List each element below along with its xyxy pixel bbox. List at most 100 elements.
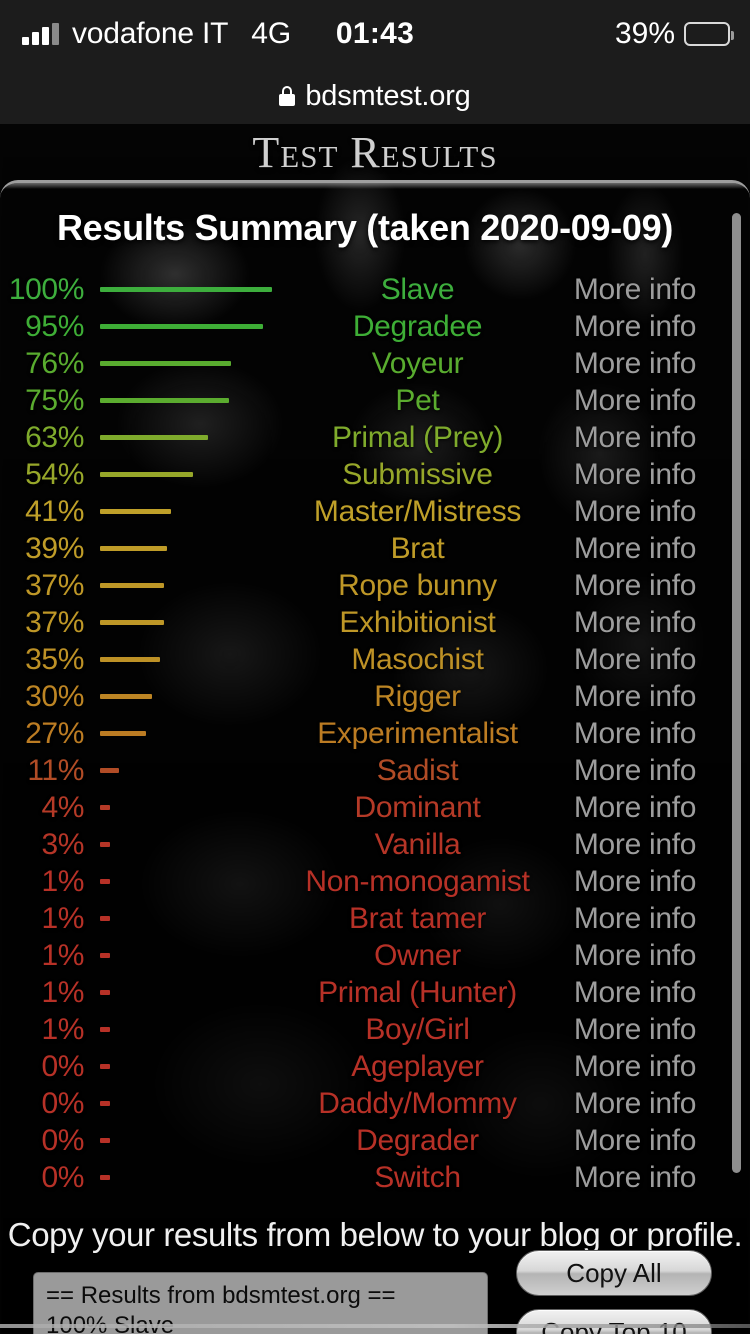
copy-top-10-button[interactable]: Copy Top 10 (516, 1309, 712, 1334)
result-bar (100, 509, 171, 514)
result-bar (100, 620, 164, 625)
more-info-link[interactable]: More info (540, 495, 730, 529)
more-info-link[interactable]: More info (540, 421, 730, 455)
result-bar-track (100, 324, 305, 329)
result-percent: 1% (41, 938, 84, 972)
result-percent: 35% (25, 642, 84, 676)
result-bar-track (100, 1175, 305, 1180)
result-percent: 3% (41, 827, 84, 861)
result-bar-track (100, 731, 305, 736)
result-percent: 11% (27, 753, 84, 787)
result-row: 0% Switch More info (0, 1159, 730, 1196)
result-row: 76% Voyeur More info (0, 345, 730, 382)
result-bar (100, 472, 193, 477)
page-banner: Test Results (0, 124, 750, 180)
result-bar (100, 583, 164, 588)
result-percent: 0% (41, 1049, 84, 1083)
result-bar-track (100, 842, 305, 847)
more-info-link[interactable]: More info (540, 606, 730, 640)
result-row: 1% Brat tamer More info (0, 900, 730, 937)
result-label: Degrader (356, 1123, 479, 1157)
result-bar-track (100, 768, 305, 773)
result-percent: 37% (25, 568, 84, 602)
result-percent: 95% (25, 309, 84, 343)
more-info-link[interactable]: More info (540, 458, 730, 492)
result-label: Daddy/Mommy (318, 1086, 517, 1120)
status-bar: vodafone IT 4G 01:43 39% (0, 0, 750, 68)
result-bar (100, 990, 110, 995)
result-label: Master/Mistress (313, 494, 522, 528)
lock-icon (279, 86, 296, 106)
result-percent: 41% (25, 494, 84, 528)
result-label: Pet (395, 383, 440, 417)
result-bar-track (100, 361, 305, 366)
result-bar-track (100, 583, 305, 588)
more-info-link[interactable]: More info (540, 1087, 730, 1121)
result-percent: 0% (41, 1160, 84, 1194)
more-info-link[interactable]: More info (540, 384, 730, 418)
result-percent: 100% (8, 272, 85, 306)
more-info-link[interactable]: More info (540, 643, 730, 677)
more-info-link[interactable]: More info (540, 976, 730, 1010)
vertical-scrollbar[interactable] (732, 213, 741, 1173)
result-percent: 0% (41, 1086, 84, 1120)
result-row: 37% Rope bunny More info (0, 567, 730, 604)
copy-buttons: Copy All Copy Top 10 (516, 1250, 712, 1334)
result-percent: 54% (25, 457, 84, 491)
result-row: 1% Boy/Girl More info (0, 1011, 730, 1048)
more-info-link[interactable]: More info (540, 310, 730, 344)
more-info-link[interactable]: More info (540, 717, 730, 751)
more-info-link[interactable]: More info (540, 828, 730, 862)
result-label: Slave (380, 272, 455, 306)
result-percent: 1% (41, 864, 84, 898)
more-info-link[interactable]: More info (540, 754, 730, 788)
more-info-link[interactable]: More info (540, 1124, 730, 1158)
more-info-link[interactable]: More info (540, 273, 730, 307)
more-info-link[interactable]: More info (540, 1161, 730, 1195)
more-info-link[interactable]: More info (540, 865, 730, 899)
result-bar (100, 768, 119, 773)
result-row: 54% Submissive More info (0, 456, 730, 493)
result-percent: 63% (25, 420, 84, 454)
more-info-link[interactable]: More info (540, 939, 730, 973)
result-label: Boy/Girl (365, 1012, 470, 1046)
more-info-link[interactable]: More info (540, 791, 730, 825)
result-label: Degradee (352, 309, 483, 343)
result-bar (100, 1175, 110, 1180)
more-info-link[interactable]: More info (540, 902, 730, 936)
more-info-link[interactable]: More info (540, 1013, 730, 1047)
result-label: Brat (390, 531, 445, 565)
result-label: Vanilla (374, 827, 461, 861)
result-percent: 37% (25, 605, 84, 639)
result-percent: 4% (41, 790, 84, 824)
copy-all-button[interactable]: Copy All (516, 1250, 712, 1296)
result-bar (100, 916, 110, 921)
copy-instructions: Copy your results from below to your blo… (7, 1216, 743, 1253)
result-label: Rope bunny (338, 568, 497, 602)
result-bar-track (100, 1101, 305, 1106)
more-info-link[interactable]: More info (540, 347, 730, 381)
result-bar (100, 1138, 110, 1143)
result-bar-track (100, 398, 305, 403)
result-label: Switch (374, 1160, 461, 1194)
more-info-link[interactable]: More info (540, 680, 730, 714)
more-info-link[interactable]: More info (540, 1050, 730, 1084)
result-label: Masochist (351, 642, 484, 676)
browser-url-bar[interactable]: bdsmtest.org (0, 68, 750, 124)
result-row: 0% Daddy/Mommy More info (0, 1085, 730, 1122)
result-bar (100, 1027, 110, 1032)
more-info-link[interactable]: More info (540, 532, 730, 566)
result-bar-track (100, 879, 305, 884)
result-row: 3% Vanilla More info (0, 826, 730, 863)
result-percent: 39% (25, 531, 84, 565)
result-row: 41% Master/Mistress More info (0, 493, 730, 530)
result-bar (100, 546, 167, 551)
result-bar-track (100, 916, 305, 921)
more-info-link[interactable]: More info (540, 569, 730, 603)
result-bar-track (100, 805, 305, 810)
result-row: 63% Primal (Prey) More info (0, 419, 730, 456)
result-row: 4% Dominant More info (0, 789, 730, 826)
battery-icon (684, 22, 734, 46)
result-percent: 1% (41, 1012, 84, 1046)
result-bar (100, 1064, 110, 1069)
